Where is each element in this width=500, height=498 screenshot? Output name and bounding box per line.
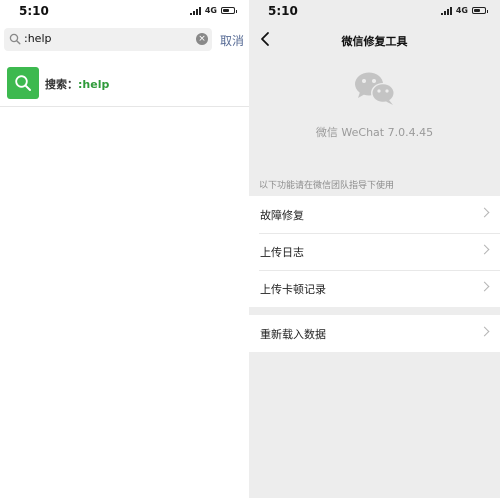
search-result-icon xyxy=(7,67,39,99)
status-bar: 5:10 4G xyxy=(0,0,249,22)
status-time: 5:10 xyxy=(268,4,298,18)
search-result-query: :help xyxy=(78,78,110,91)
network-label: 4G xyxy=(204,6,217,15)
app-version: 微信 WeChat 7.0.4.45 xyxy=(315,126,434,139)
battery-icon xyxy=(221,7,237,14)
signal-icon xyxy=(440,6,452,15)
search-result-label: 搜索：:help xyxy=(45,76,109,92)
status-indicators: 4G xyxy=(189,6,237,15)
search-icon xyxy=(9,33,21,45)
chevron-right-icon xyxy=(479,326,490,337)
status-bar: 5:10 4G xyxy=(249,0,500,22)
chevron-right-icon xyxy=(479,207,490,218)
menu-item-label: 故障修复 xyxy=(260,209,304,222)
clear-icon[interactable]: × xyxy=(196,33,208,45)
search-screen: 5:10 4G :help × 取消 搜索：:help xyxy=(0,0,249,498)
page-title: 微信修复工具 xyxy=(341,35,408,48)
search-icon xyxy=(15,75,31,91)
chevron-right-icon xyxy=(479,244,490,255)
search-input[interactable]: :help xyxy=(24,32,51,45)
section-hint: 以下功能请在微信团队指导下使用 xyxy=(259,181,395,191)
battery-icon xyxy=(472,7,488,14)
menu-item-reload-data[interactable]: 重新载入数据 xyxy=(249,315,500,352)
wechat-logo-icon xyxy=(355,72,395,105)
menu-item-label: 上传卡顿记录 xyxy=(260,283,326,296)
menu-item-label: 重新载入数据 xyxy=(260,328,326,341)
signal-icon xyxy=(189,6,201,15)
search-bar[interactable]: :help × xyxy=(4,28,212,51)
status-time: 5:10 xyxy=(19,4,49,18)
menu-group-data: 重新载入数据 xyxy=(249,315,500,352)
status-indicators: 4G xyxy=(440,6,488,15)
menu-item-label: 上传日志 xyxy=(260,246,304,259)
menu-item-upload-log[interactable]: 上传日志 xyxy=(249,233,500,270)
chevron-right-icon xyxy=(479,281,490,292)
cancel-button[interactable]: 取消 xyxy=(220,32,244,49)
menu-item-upload-lag-record[interactable]: 上传卡顿记录 xyxy=(249,270,500,307)
menu-group-main: 故障修复 上传日志 上传卡顿记录 xyxy=(249,196,500,307)
network-label: 4G xyxy=(455,6,468,15)
search-result-row[interactable]: 搜索：:help xyxy=(0,64,249,107)
menu-item-fault-repair[interactable]: 故障修复 xyxy=(249,196,500,233)
repair-tool-screen: 5:10 4G 微信修复工具 微信 WeChat 7.0.4.45 以下功能请在… xyxy=(249,0,500,498)
search-result-prefix: 搜索： xyxy=(45,78,78,91)
